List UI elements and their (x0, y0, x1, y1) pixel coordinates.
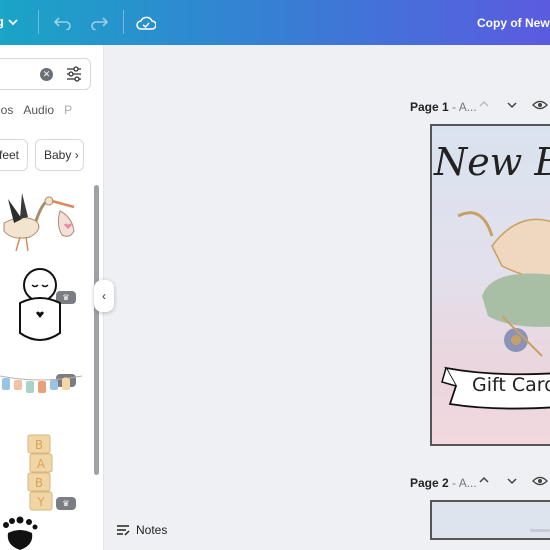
elements-panel: ✕ eosAudioP feet Baby › ♛ ♛ (0, 45, 104, 550)
stork-graphic[interactable] (0, 185, 82, 255)
move-page-down-button[interactable] (506, 99, 518, 114)
chevron-down-icon (507, 478, 517, 485)
page-1-title[interactable]: - A... (452, 100, 477, 114)
filter-icon[interactable] (66, 66, 82, 82)
redo-button[interactable] (88, 12, 110, 34)
tab-audio[interactable]: Audio (23, 103, 54, 117)
hide-page-button[interactable] (532, 98, 548, 115)
page-2-canvas[interactable] (430, 500, 550, 540)
search-input[interactable]: ✕ (0, 58, 91, 90)
crown-icon: ♛ (62, 499, 70, 508)
undo-icon (54, 17, 71, 30)
pram-illustration (457, 211, 550, 357)
baby-footprints-graphic[interactable] (0, 515, 50, 550)
swaddled-baby-graphic[interactable] (10, 265, 70, 345)
redo-icon (91, 17, 108, 30)
design-heading[interactable]: New B (434, 140, 550, 184)
chip-label: feet (0, 148, 20, 162)
chevron-right-icon[interactable]: › (75, 148, 79, 162)
svg-text:B: B (35, 438, 43, 452)
chip-label: Baby (44, 148, 72, 162)
editor-header: g Copy of New B (0, 0, 550, 45)
suggestion-chip[interactable]: Baby › (35, 139, 84, 171)
page-2-header: Page 2 - A... (410, 476, 477, 490)
chevron-down-icon (8, 18, 18, 25)
move-page-down-button[interactable] (506, 475, 518, 490)
page-1-header: Page 1 - A... (410, 100, 477, 114)
zoom-slider[interactable] (530, 529, 550, 532)
page-1-label: Page 1 (410, 100, 449, 114)
category-tabs: eos Audio P (0, 103, 82, 117)
design-banner-text[interactable]: Gift Card (472, 374, 550, 396)
hide-page-button[interactable] (532, 474, 548, 491)
eye-icon (532, 100, 548, 110)
tab-more[interactable]: P (64, 103, 72, 117)
page-1-canvas[interactable]: New B Gift Card (430, 124, 550, 446)
chevron-up-icon (479, 476, 489, 483)
toolbar-divider (123, 10, 124, 34)
eye-icon (532, 476, 548, 486)
save-status-button[interactable] (135, 12, 157, 34)
file-menu-button[interactable]: g (0, 14, 18, 29)
baby-blocks-graphic[interactable]: B A B Y (24, 433, 56, 511)
suggestion-chip[interactable]: feet (0, 139, 29, 171)
baby-clothesline-graphic[interactable] (0, 370, 82, 400)
collapse-panel-button[interactable]: ‹ (94, 280, 114, 312)
file-menu-label: g (0, 14, 4, 29)
notes-icon (117, 525, 130, 536)
undo-button[interactable] (52, 12, 74, 34)
notes-label: Notes (136, 523, 168, 537)
move-page-up-button[interactable] (478, 98, 490, 113)
chevron-up-icon (479, 100, 489, 107)
cloud-check-icon (136, 16, 156, 30)
tab-videos[interactable]: eos (0, 103, 13, 117)
page-2-title[interactable]: - A... (452, 476, 477, 490)
panel-scrollbar[interactable] (94, 185, 99, 475)
toolbar-divider (38, 10, 39, 34)
chevron-down-icon (507, 102, 517, 109)
svg-text:A: A (37, 457, 46, 471)
design-title[interactable]: Copy of New B (477, 16, 550, 30)
svg-text:B: B (35, 476, 43, 490)
move-page-up-button[interactable] (478, 474, 490, 489)
svg-text:Y: Y (36, 495, 45, 509)
chevron-left-icon: ‹ (102, 289, 106, 303)
premium-badge: ♛ (56, 497, 76, 510)
notes-button[interactable]: Notes (116, 523, 167, 537)
clear-icon[interactable]: ✕ (40, 68, 53, 81)
page-2-label: Page 2 (410, 476, 449, 490)
